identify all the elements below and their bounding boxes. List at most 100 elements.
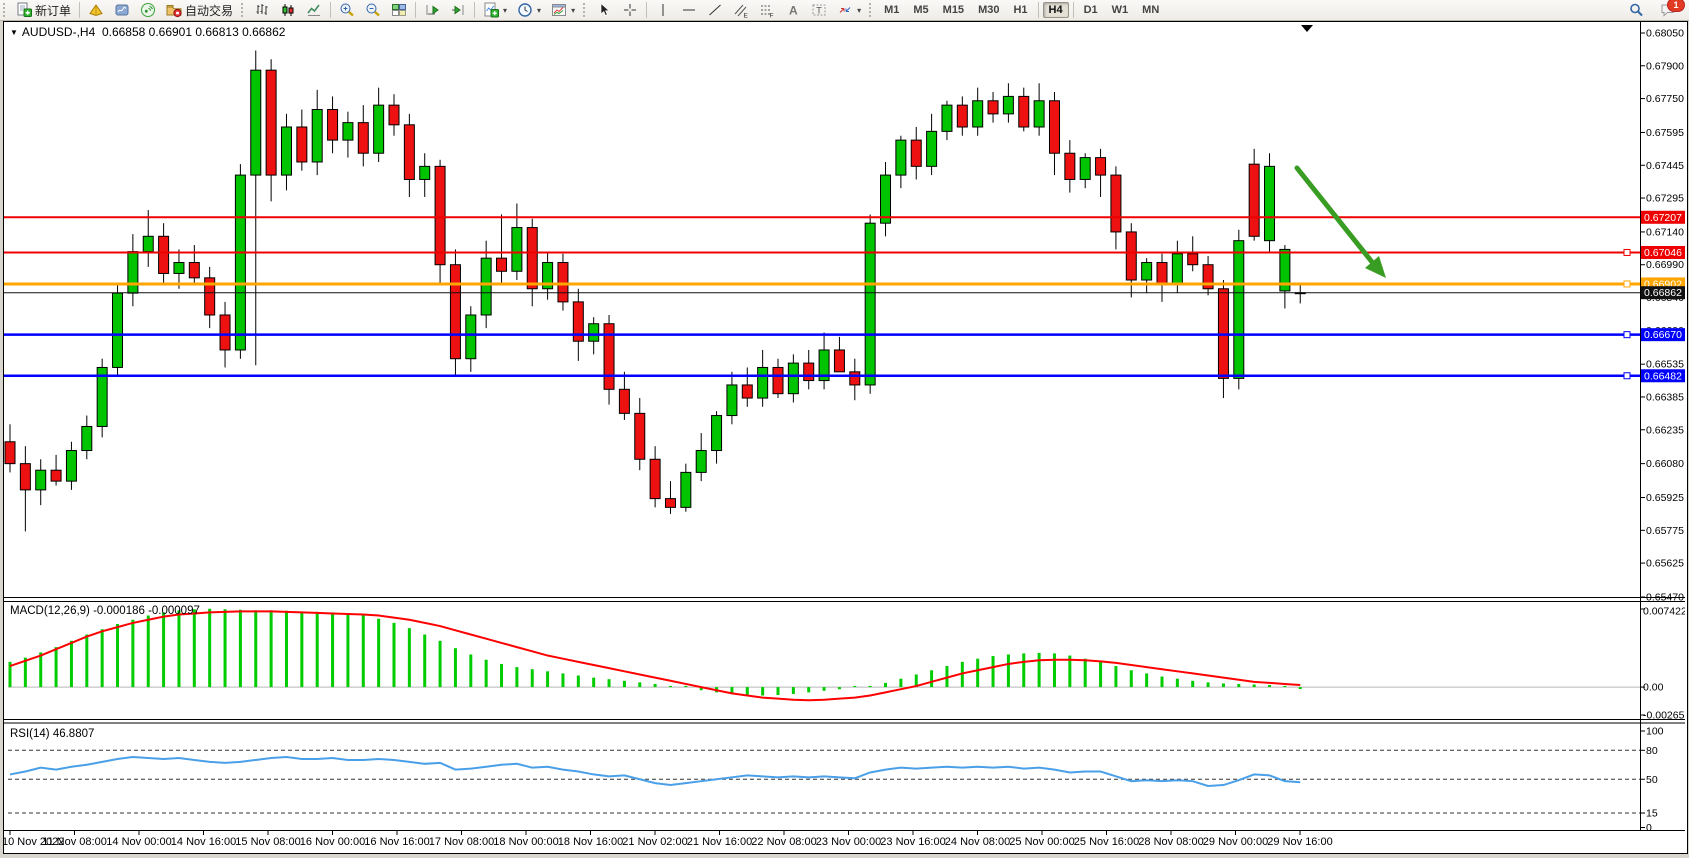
time-tick-label: 18 Nov 16:00 [558, 836, 623, 848]
tile-windows-button[interactable] [387, 0, 411, 20]
horizontal-line-button[interactable] [677, 0, 701, 20]
candle-body [251, 70, 261, 175]
toolbar-separator [474, 2, 475, 18]
time-tick-label: 28 Nov 08:00 [1138, 836, 1203, 848]
time-tick-label: 25 Nov 00:00 [1009, 836, 1074, 848]
time-tick-label: 11 Nov 08:00 [42, 836, 107, 848]
candle-body [497, 258, 507, 271]
bar-chart-button[interactable] [250, 0, 274, 20]
candle-body [466, 315, 476, 359]
candle-body [942, 105, 952, 131]
candle-chart-icon [280, 2, 296, 18]
time-tick-label: 16 Nov 16:00 [364, 836, 429, 848]
candle-body [896, 140, 906, 175]
signals-icon [140, 2, 156, 18]
timeframe-h1-button[interactable]: H1 [1007, 2, 1033, 18]
equidistant-channel-button[interactable]: E [729, 0, 753, 20]
fibonacci-button[interactable]: F [755, 0, 779, 20]
chevron-down-icon: ▾ [503, 6, 507, 15]
timeframe-h4-button[interactable]: H4 [1043, 2, 1069, 18]
chart-shift-button[interactable] [446, 0, 470, 20]
hline-handle[interactable] [1624, 281, 1630, 287]
line-chart-button[interactable] [302, 0, 326, 20]
timeframe-m30-button[interactable]: M30 [972, 2, 1005, 18]
timeframe-m15-button[interactable]: M15 [937, 2, 970, 18]
auto-scroll-button[interactable] [420, 0, 444, 20]
candle-body [374, 105, 384, 153]
metaeditor-button[interactable] [84, 0, 108, 20]
trendline-button[interactable] [703, 0, 727, 20]
time-tick-label: 14 Nov 16:00 [171, 836, 236, 848]
timeframe-m1-button[interactable]: M1 [878, 2, 905, 18]
candle-body [804, 363, 814, 380]
candle-body [358, 123, 368, 154]
candle-body [512, 228, 522, 272]
toolbar-grip[interactable] [869, 3, 874, 17]
arrows-button[interactable]: ▾ [833, 0, 865, 20]
time-tick-label: 25 Nov 16:00 [1074, 836, 1139, 848]
trend-arrow-annotation[interactable] [1297, 168, 1386, 278]
timeframe-d1-button[interactable]: D1 [1078, 2, 1104, 18]
text-label-button[interactable]: T [807, 0, 831, 20]
toolbar-grip[interactable] [241, 3, 246, 17]
hline-icon [681, 2, 697, 18]
signals-button[interactable] [136, 0, 160, 20]
candle-body [911, 140, 921, 166]
toolbar-separator [79, 2, 80, 18]
rsi-line [10, 757, 1300, 786]
timeframe-mn-button[interactable]: MN [1136, 2, 1165, 18]
candle-body [343, 123, 353, 140]
zoom-in-button[interactable] [335, 0, 359, 20]
candle-body [1234, 241, 1244, 379]
hline-handle[interactable] [1624, 249, 1630, 255]
hline-handle[interactable] [1624, 373, 1630, 379]
time-tick-label: 24 Nov 08:00 [945, 836, 1010, 848]
candle-body [834, 350, 844, 372]
vertical-line-button[interactable] [651, 0, 675, 20]
price-tick-label: 0.67140 [1646, 226, 1684, 238]
candle-body [973, 101, 983, 127]
candle-body [481, 258, 491, 315]
hline-handle[interactable] [1624, 332, 1630, 338]
toolbar-grip[interactable] [3, 3, 8, 17]
cursor-button[interactable] [592, 0, 616, 20]
periods-button[interactable]: ▾ [513, 0, 545, 20]
timeframe-m5-button[interactable]: M5 [907, 2, 934, 18]
line-chart-icon [306, 2, 322, 18]
templates-button[interactable]: ▾ [547, 0, 579, 20]
search-button[interactable] [1624, 0, 1648, 20]
chart-shift-marker[interactable] [1301, 25, 1313, 32]
crosshair-button[interactable] [618, 0, 642, 20]
indicators-button[interactable]: ▾ [479, 0, 511, 20]
autotrading-button[interactable]: 自动交易 [162, 0, 237, 20]
cursor-icon [596, 2, 612, 18]
candle-body [1065, 153, 1075, 179]
text-button[interactable]: A [781, 0, 805, 20]
search-icon [1628, 2, 1644, 18]
price-tick-label: 0.67750 [1646, 93, 1684, 105]
candles [5, 50, 1305, 531]
price-tick-label: 0.66385 [1646, 391, 1684, 403]
price-badge-label: 0.66862 [1644, 287, 1682, 299]
candle-body [927, 131, 937, 166]
candle-body [1157, 263, 1167, 285]
market-watch-button[interactable] [110, 0, 134, 20]
candle-body [650, 459, 660, 498]
candle-body [1003, 96, 1013, 113]
notifications-button[interactable]: 1 [1656, 0, 1680, 20]
rsi-tick-label: 80 [1646, 745, 1658, 757]
candle-chart-button[interactable] [276, 0, 300, 20]
time-tick-label: 22 Nov 08:00 [751, 836, 816, 848]
price-tick-label: 0.67445 [1646, 160, 1684, 172]
mt4-window: 新订单自动交易▾▾▾EFAT▾M1M5M15M30H1H4D1W1MN1 0.6… [0, 0, 1689, 858]
crosshair-icon [622, 2, 638, 18]
candle-body [128, 252, 138, 294]
time-axis[interactable]: 10 Nov 202211 Nov 08:0014 Nov 00:0014 No… [4, 831, 1333, 848]
new-order-button[interactable]: 新订单 [12, 0, 75, 20]
zoom-out-button[interactable] [361, 0, 385, 20]
candle-body [266, 70, 276, 175]
candle-body [1265, 166, 1275, 240]
toolbar-grip[interactable] [583, 3, 588, 17]
price-chart[interactable]: 0.680500.679000.677500.675950.674450.672… [4, 22, 1685, 851]
timeframe-w1-button[interactable]: W1 [1106, 2, 1135, 18]
